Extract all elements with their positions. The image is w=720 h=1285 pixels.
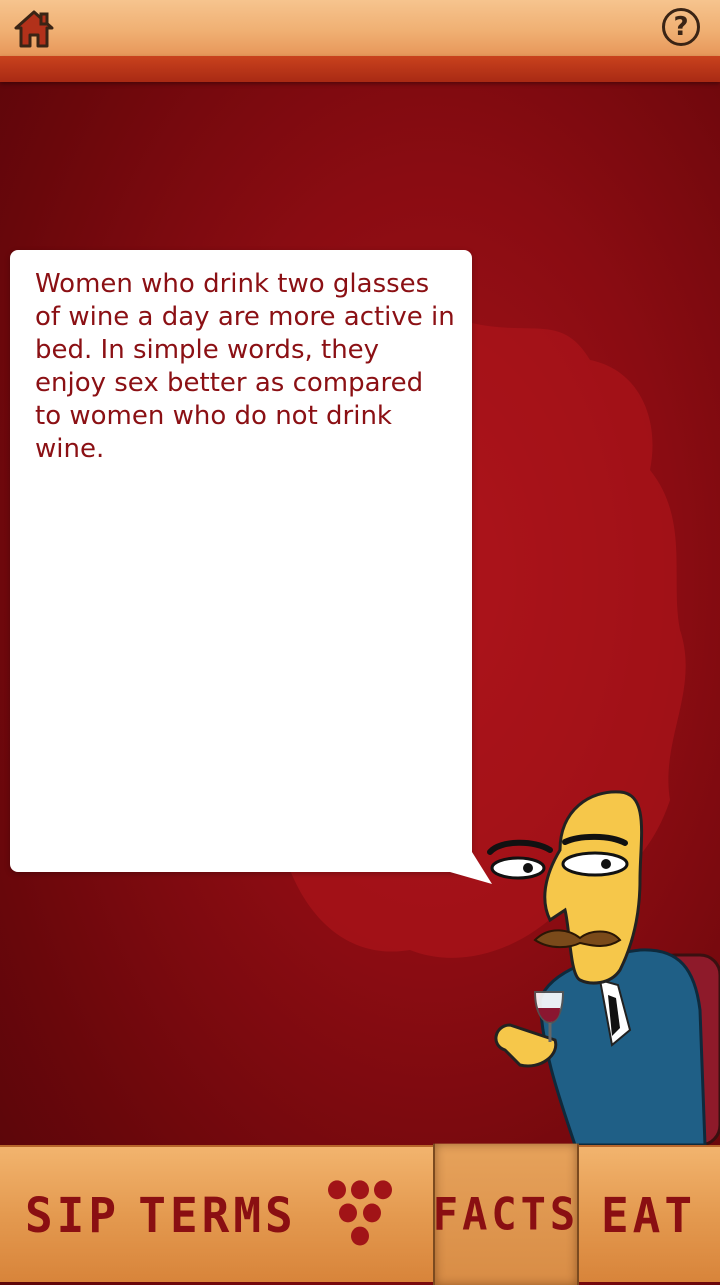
top-bar: ? [0,0,720,56]
tab-eat[interactable]: EAT [577,1144,720,1285]
home-icon [14,10,54,48]
home-button[interactable] [12,8,56,52]
help-button[interactable]: ? [662,8,706,52]
bottom-tab-bar: SIP TERMS FACTS EAT [0,1143,720,1285]
tab-facts-label: FACTS [432,1188,580,1241]
tab-sip[interactable]: SIP [0,1144,145,1285]
sommelier-character [487,790,720,1147]
fact-text: Women who drink two glasses of wine a da… [35,269,455,464]
tab-terms[interactable]: TERMS [138,1144,292,1285]
tab-sip-label: SIP [24,1186,121,1243]
tab-facts[interactable]: FACTS [432,1143,580,1285]
tab-terms-label: TERMS [138,1186,297,1243]
fact-bubble: Women who drink two glasses of wine a da… [10,250,472,872]
tab-grapes[interactable] [290,1144,433,1285]
tab-eat-label: EAT [600,1186,697,1243]
top-strip [0,56,720,82]
help-icon: ? [662,8,700,46]
grapes-icon [327,1179,392,1245]
